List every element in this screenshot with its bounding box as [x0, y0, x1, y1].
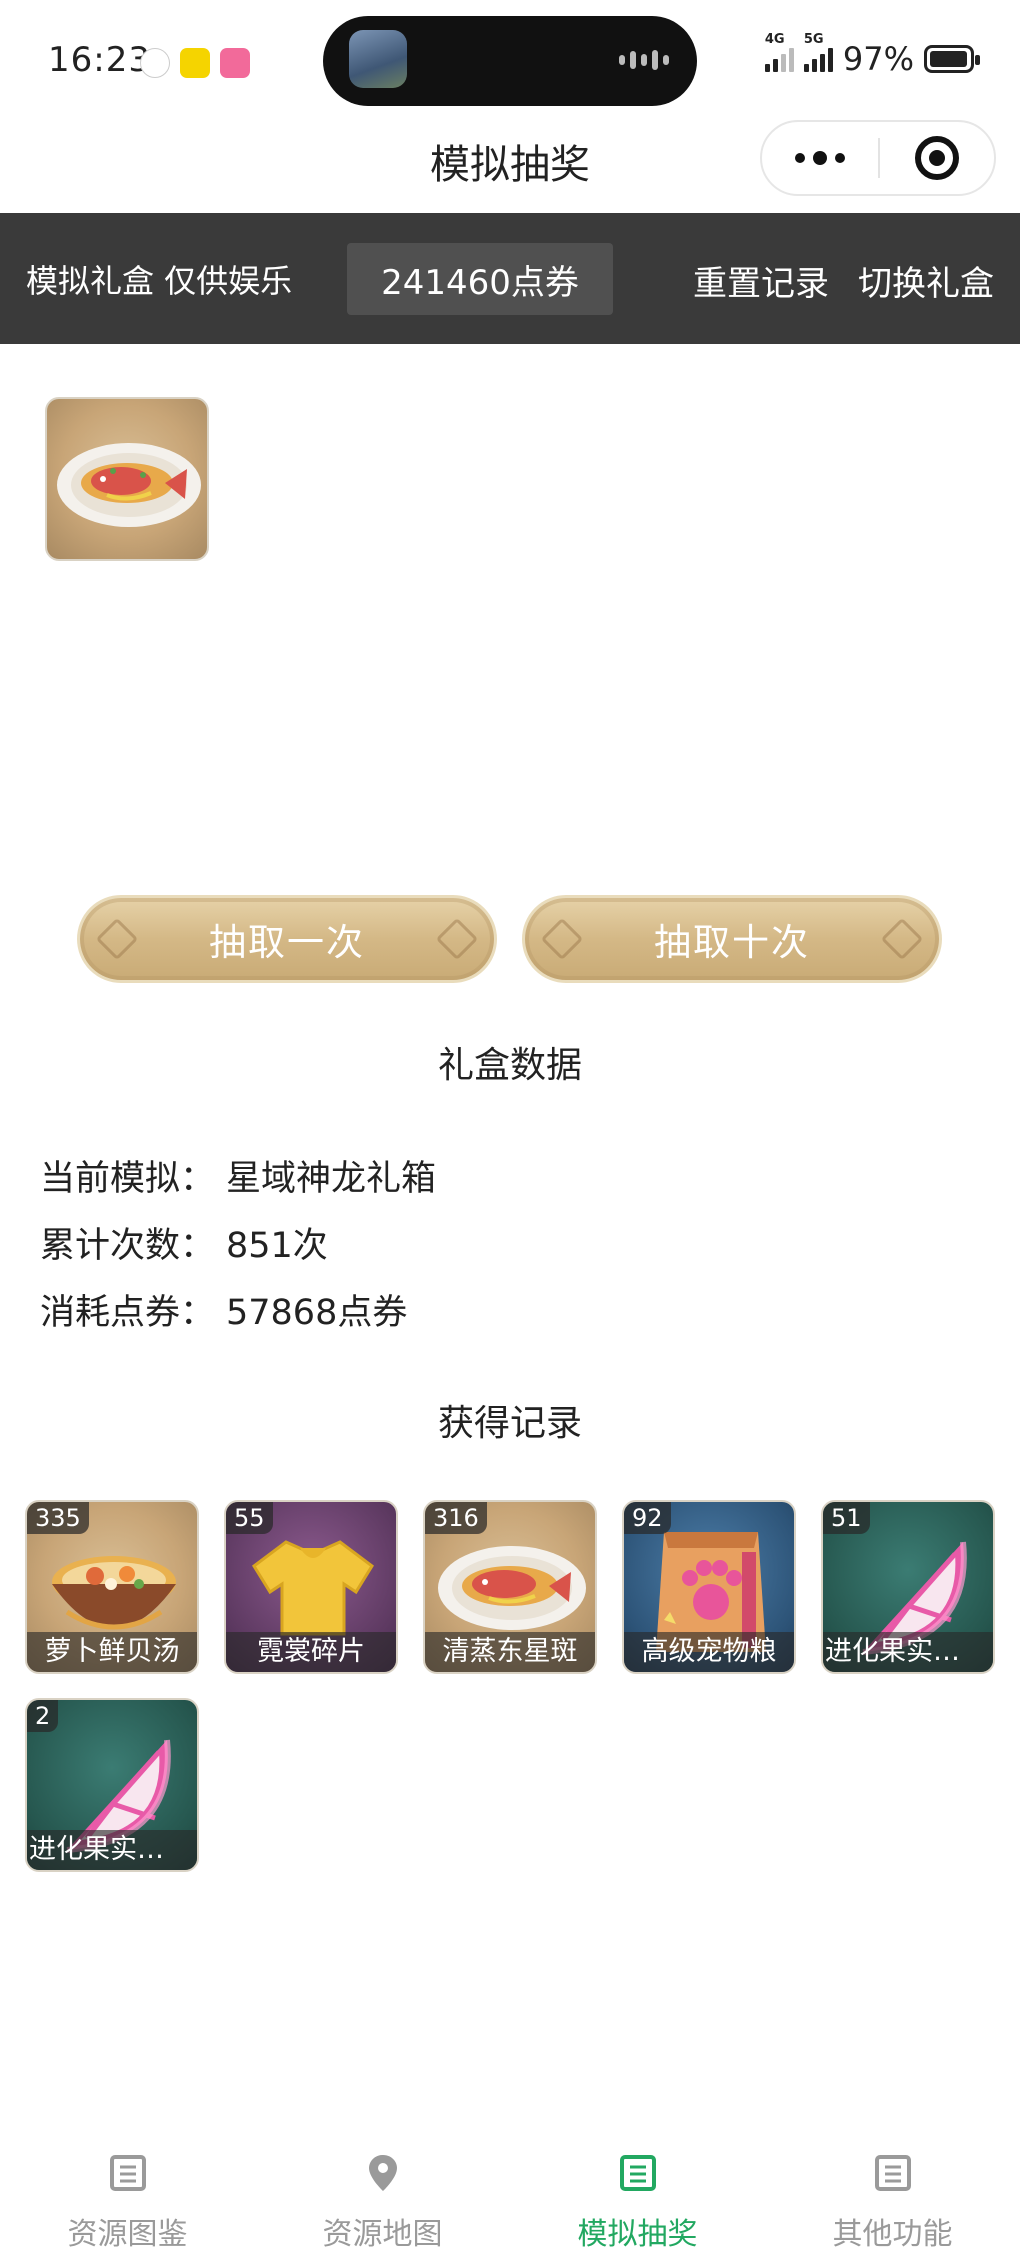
record-name: 霓裳碎片: [226, 1632, 396, 1672]
signal-5g-icon: 5G: [803, 32, 833, 72]
record-count: 51: [823, 1502, 870, 1534]
nav-label: 资源地图: [322, 2217, 443, 2252]
record-item[interactable]: 2 进化果实…: [25, 1698, 199, 1872]
nav-resource-map[interactable]: 资源地图: [255, 2153, 510, 2253]
record-item[interactable]: 92 高级宠物粮: [622, 1500, 796, 1674]
steamed-fish-icon: [57, 443, 201, 527]
book-icon: [109, 2155, 146, 2191]
draw-ten-button[interactable]: 抽取十次: [522, 895, 942, 983]
target-icon: [914, 136, 959, 180]
record-count: 2: [27, 1700, 59, 1732]
bilibili-icon: [220, 48, 250, 78]
bottom-nav: 资源图鉴 资源地图 模拟抽奖 其他功能: [0, 2135, 1020, 2267]
more-icon: [874, 2155, 911, 2191]
stat-key: 当前模拟：: [40, 1159, 216, 1199]
nav-label: 模拟抽奖: [577, 2217, 698, 2252]
ornament-icon: [880, 917, 924, 961]
clock-icon: [140, 48, 170, 78]
nav-label: 其他功能: [832, 2217, 953, 2252]
title-bar: 模拟抽奖: [0, 120, 1020, 212]
signal-4g-icon: 4G: [764, 32, 794, 72]
record-name: 进化果实…: [27, 1830, 197, 1870]
network-label-1: 4G: [764, 32, 785, 47]
nav-label: 资源图鉴: [67, 2217, 188, 2252]
draw-result-item[interactable]: [45, 397, 209, 561]
record-name: 高级宠物粮: [624, 1632, 794, 1672]
record-item[interactable]: 51 进化果实…: [821, 1500, 995, 1674]
record-count: 316: [425, 1502, 487, 1534]
more-options-button[interactable]: [762, 122, 878, 194]
record-count: 55: [226, 1502, 273, 1534]
audio-wave-icon: [619, 50, 669, 70]
network-label-2: 5G: [803, 32, 824, 47]
draw-once-button[interactable]: 抽取一次: [77, 895, 497, 983]
app-notify-icon: [180, 48, 210, 78]
dynamic-island[interactable]: [323, 16, 697, 106]
stat-value: 57868点券: [226, 1293, 408, 1333]
map-pin-icon: [368, 2155, 397, 2191]
record-count: 92: [624, 1502, 671, 1534]
miniprogram-capsule: [760, 120, 996, 196]
ornament-icon: [95, 917, 139, 961]
close-miniprogram-button[interactable]: [880, 122, 994, 194]
lottery-icon: [619, 2155, 656, 2191]
status-right: 4G 5G 97%: [764, 32, 980, 78]
nav-resource-guide[interactable]: 资源图鉴: [0, 2153, 255, 2253]
battery-icon: [924, 45, 980, 73]
stat-value: 星域神龙礼箱: [226, 1159, 437, 1199]
stat-key: 累计次数：: [40, 1226, 216, 1266]
draw-ten-label: 抽取十次: [654, 921, 810, 964]
box-data-title: 礼盒数据: [437, 1045, 582, 1086]
ornament-icon: [540, 917, 584, 961]
stat-total-draws: 累计次数： 851次: [40, 1217, 328, 1268]
gift-box-toolbar: 模拟礼盒 仅供娱乐 241460点券 重置记录 切换礼盒: [0, 213, 1020, 344]
record-name: 清蒸东星斑: [425, 1632, 595, 1672]
record-count: 335: [27, 1502, 89, 1534]
status-notification-icons: [140, 48, 250, 78]
records-title: 获得记录: [437, 1403, 582, 1444]
toolbar-label: 模拟礼盒 仅供娱乐: [26, 262, 293, 300]
media-artwork-icon: [349, 30, 407, 88]
switch-box-button[interactable]: 切换礼盒: [858, 256, 994, 305]
nav-other-functions[interactable]: 其他功能: [765, 2153, 1020, 2253]
stat-value: 851次: [226, 1226, 328, 1266]
record-item[interactable]: 55 霓裳碎片: [224, 1500, 398, 1674]
nav-lottery[interactable]: 模拟抽奖: [510, 2153, 765, 2253]
points-balance: 241460点券: [347, 243, 613, 315]
ornament-icon: [435, 917, 479, 961]
stat-current-box: 当前模拟： 星域神龙礼箱: [40, 1150, 436, 1201]
battery-percent: 97%: [842, 40, 914, 78]
stat-key: 消耗点券：: [40, 1293, 216, 1333]
stat-points-spent: 消耗点券： 57868点券: [40, 1284, 407, 1335]
status-bar: 16:23 4G 5G 97%: [0, 0, 1020, 120]
status-time: 16:23: [48, 40, 151, 80]
record-item[interactable]: 335 萝卜鲜贝汤: [25, 1500, 199, 1674]
reset-records-button[interactable]: 重置记录: [693, 256, 829, 305]
record-name: 进化果实…: [823, 1632, 993, 1672]
record-name: 萝卜鲜贝汤: [27, 1632, 197, 1672]
record-item[interactable]: 316 清蒸东星斑: [423, 1500, 597, 1674]
draw-once-label: 抽取一次: [209, 921, 365, 964]
